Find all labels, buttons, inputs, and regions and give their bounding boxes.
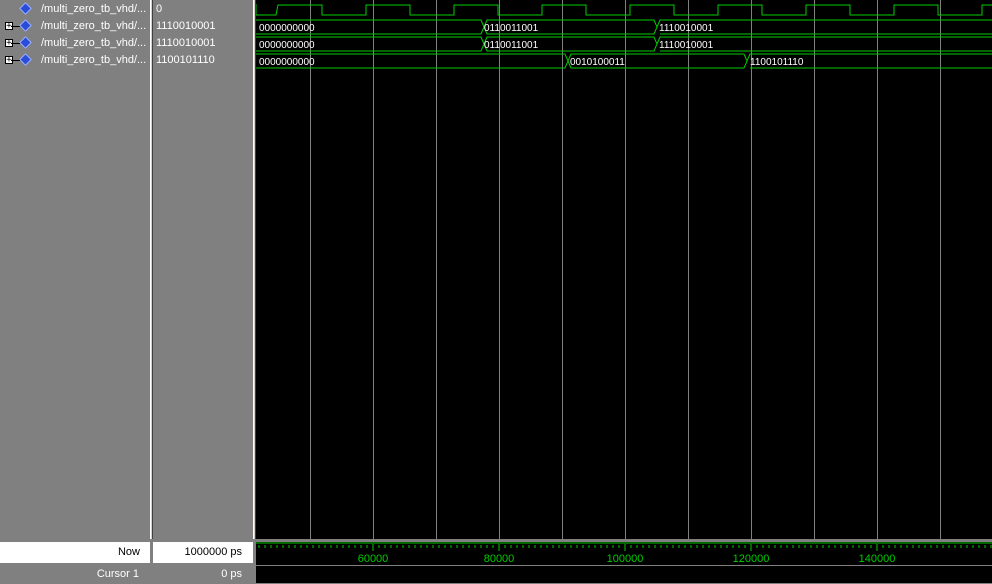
now-value: 1000000 ps — [184, 546, 243, 558]
tick-label: 140000 — [859, 553, 896, 565]
waveform-window: /multi_zero_tb_vhd/... + /multi_zero_tb_… — [0, 0, 992, 584]
signal-value: 1100101110 — [156, 54, 215, 66]
grid-lines — [310, 0, 941, 539]
signal-row[interactable]: + /multi_zero_tb_vhd/... — [0, 35, 150, 52]
bus-segment-value: 1110010001 — [659, 40, 714, 51]
signal-diamond-icon — [19, 19, 32, 32]
bus-segment-value: 0110011001 — [484, 23, 539, 34]
bus-outline — [256, 36, 992, 52]
waveform-pane[interactable]: 0000000000 0110011001 1110010001 0000000… — [256, 0, 992, 539]
bus-segment-value: 0010100011 — [570, 57, 625, 68]
bus-segment-value: 0000000000 — [259, 23, 315, 34]
tick-labels: 60000 80000 100000 120000 140000 — [358, 544, 896, 565]
bus-segment-value: 0000000000 — [259, 57, 315, 68]
signal-row[interactable]: /multi_zero_tb_vhd/... — [0, 1, 150, 18]
tick-label: 120000 — [733, 553, 770, 565]
cursor-track[interactable] — [256, 566, 992, 583]
signal-names-pane: /multi_zero_tb_vhd/... + /multi_zero_tb_… — [0, 0, 150, 539]
bus-waveform: 0000000000 0110011001 1110010001 — [256, 19, 992, 35]
tick-label: 100000 — [607, 553, 644, 565]
signal-row[interactable]: + /multi_zero_tb_vhd/... — [0, 52, 150, 69]
signal-name: /multi_zero_tb_vhd/... — [41, 20, 147, 32]
signal-values-pane: 0 1110010001 1110010001 1100101110 — [153, 0, 253, 539]
signal-diamond-icon — [19, 36, 32, 49]
signal-name: /multi_zero_tb_vhd/... — [41, 54, 147, 66]
bus-outline — [256, 19, 992, 35]
bus-segment-value: 1100101110 — [750, 57, 804, 68]
signal-name: /multi_zero_tb_vhd/... — [41, 37, 147, 49]
cursor-value-box: 0 ps — [153, 565, 253, 583]
bus-segment-value: 1110010001 — [659, 23, 714, 34]
signal-row[interactable]: + /multi_zero_tb_vhd/... — [0, 18, 150, 35]
tick-label: 80000 — [484, 553, 515, 565]
clock-waveform — [256, 4, 992, 16]
signal-name: /multi_zero_tb_vhd/... — [41, 3, 147, 15]
signal-diamond-icon — [19, 2, 32, 15]
waveform-canvas: 0000000000 0110011001 1110010001 0000000… — [256, 0, 992, 539]
signal-value: 1110010001 — [156, 37, 216, 49]
now-label-box: Now — [0, 542, 150, 563]
cursor-label-box[interactable]: Cursor 1 — [0, 565, 150, 583]
cursor-value: 0 ps — [221, 568, 242, 580]
now-value-box: 1000000 ps — [153, 542, 253, 563]
bus-waveform: 0000000000 0110011001 1110010001 — [256, 36, 992, 52]
tick-label: 60000 — [358, 553, 389, 565]
time-axis: 60000 80000 100000 120000 140000 — [256, 542, 992, 565]
signal-value: 1110010001 — [156, 20, 216, 32]
bus-segment-value: 0110011001 — [484, 40, 539, 51]
bus-segment-value: 0000000000 — [259, 40, 315, 51]
signal-diamond-icon — [19, 53, 32, 66]
signal-value: 0 — [156, 3, 163, 15]
bus-waveform: 0000000000 0010100011 1100101110 — [256, 53, 992, 69]
now-label: Now — [117, 546, 140, 558]
time-axis-canvas: 60000 80000 100000 120000 140000 — [256, 542, 992, 565]
cursor-label[interactable]: Cursor 1 — [97, 568, 139, 580]
